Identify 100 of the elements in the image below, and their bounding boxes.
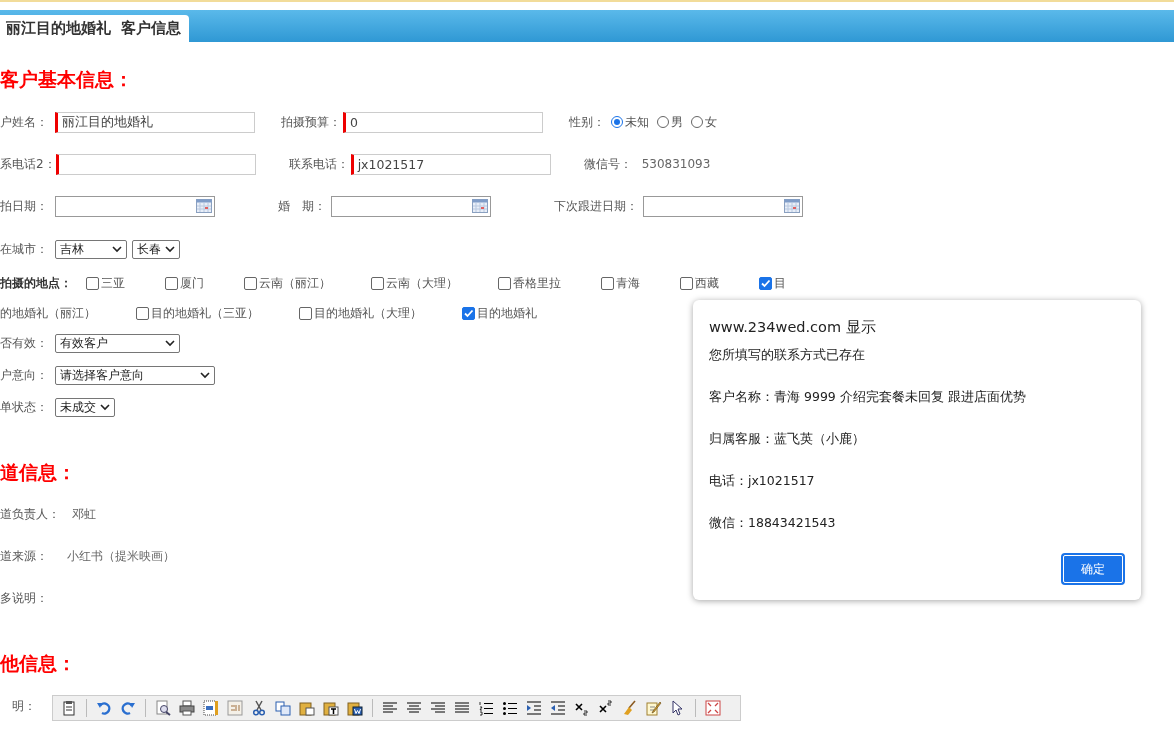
checkbox[interactable]	[498, 276, 511, 290]
caret-icon	[165, 245, 175, 253]
dialog-message: 您所填写的联系方式已存在	[709, 347, 865, 363]
checkbox-label: 厦门	[180, 274, 204, 292]
align-center-icon[interactable]	[406, 700, 422, 716]
broom-icon[interactable]	[622, 700, 638, 716]
justify-icon[interactable]	[454, 700, 470, 716]
caret-icon	[100, 403, 110, 411]
checkbox-label: 目	[774, 274, 786, 292]
text-field[interactable]: jx1021517	[350, 153, 551, 175]
checkbox-label: 云南（大理）	[386, 274, 458, 292]
undo-icon[interactable]	[96, 700, 112, 716]
check-icon	[760, 277, 771, 289]
date-field[interactable]	[643, 195, 803, 217]
radio-label: 男	[671, 113, 683, 131]
section-heading: 他信息：	[0, 651, 76, 675]
clipboard-icon[interactable]	[61, 700, 77, 716]
date-field[interactable]	[331, 195, 491, 217]
dialog-title: www.234wed.com 显示	[709, 318, 876, 337]
radio-label: 未知	[625, 113, 649, 131]
ok-button[interactable]: 确定	[1061, 553, 1125, 585]
checkbox[interactable]	[299, 306, 312, 320]
field-label: 拍摄的地点：	[0, 274, 72, 292]
checkbox-label: 的地婚礼（丽江）	[0, 304, 96, 322]
outdent-icon[interactable]	[550, 700, 566, 716]
page-tab[interactable]: 丽江目的地婚礼 客户信息	[0, 15, 190, 42]
section-heading: 道信息：	[0, 460, 76, 484]
dropdown[interactable]: 未成交	[55, 397, 115, 417]
field-label: 多说明：	[0, 589, 49, 607]
radio-button[interactable]	[657, 116, 669, 128]
copy-icon[interactable]	[275, 700, 291, 716]
field-label: 否有效：	[0, 334, 49, 352]
checkbox-label: 云南（丽江）	[259, 274, 331, 292]
field-value: 530831093	[641, 157, 711, 171]
calendar-icon	[196, 198, 212, 214]
indent-icon[interactable]	[526, 700, 542, 716]
field-label: 下次跟进日期：	[554, 197, 638, 215]
template-icon[interactable]	[203, 700, 219, 716]
field-value: 邓虹	[72, 505, 96, 523]
checkbox-label: 三亚	[101, 274, 125, 292]
field-label: 户姓名：	[0, 113, 49, 131]
caret-icon	[165, 339, 175, 347]
edit-icon[interactable]	[646, 700, 662, 716]
checkbox-label: 香格里拉	[513, 274, 561, 292]
preview-icon[interactable]	[155, 700, 171, 716]
field-label: 性别：	[569, 113, 605, 131]
fullscreen-icon[interactable]	[705, 700, 721, 716]
radio-button[interactable]	[691, 116, 703, 128]
checkbox[interactable]	[601, 276, 614, 290]
checkbox[interactable]	[680, 276, 693, 290]
date-field[interactable]	[55, 195, 215, 217]
checkbox-label: 青海	[616, 274, 640, 292]
dropdown[interactable]: 请选择客户意向	[55, 365, 215, 385]
paste-word-icon[interactable]	[347, 700, 363, 716]
caret-icon	[200, 371, 210, 379]
paste-icon[interactable]	[299, 700, 315, 716]
field-label: 明：	[11, 698, 37, 715]
checkbox-label: 目的地婚礼（三亚）	[151, 304, 259, 322]
field-label: 单状态：	[0, 398, 49, 416]
field-label: 联系电话：	[288, 155, 349, 173]
checkbox-label: 目的地婚礼（大理）	[314, 304, 422, 322]
field-label: 拍日期：	[0, 197, 49, 215]
field-label: 系电话2：	[0, 155, 56, 173]
field-label: 微信号：	[583, 155, 632, 173]
align-right-icon[interactable]	[430, 700, 446, 716]
checkbox[interactable]	[165, 276, 178, 290]
align-left-icon[interactable]	[382, 700, 398, 716]
checkbox[interactable]	[759, 276, 772, 290]
paste-text-icon[interactable]	[323, 700, 339, 716]
radio-button[interactable]	[611, 116, 623, 128]
dropdown[interactable]: 长春	[132, 239, 180, 259]
dialog-message: 微信：18843421543	[709, 515, 836, 531]
dropdown[interactable]: 吉林	[55, 239, 127, 259]
subscript-icon[interactable]	[574, 700, 590, 716]
field-label: 户意向：	[0, 366, 49, 384]
text-field[interactable]: 0	[343, 111, 543, 133]
section-heading: 客户基本信息：	[0, 67, 133, 91]
bullet-list-icon[interactable]	[502, 700, 518, 716]
numbered-list-icon[interactable]	[478, 700, 494, 716]
check-icon	[463, 307, 474, 319]
checkbox-label: 目的地婚礼	[477, 304, 537, 322]
dropdown[interactable]: 有效客户	[55, 333, 180, 353]
scissors-icon[interactable]	[251, 700, 267, 716]
checkbox[interactable]	[86, 276, 99, 290]
checkbox[interactable]	[136, 306, 149, 320]
caret-icon	[112, 245, 122, 253]
radio-label: 女	[705, 113, 717, 131]
checkbox[interactable]	[371, 276, 384, 290]
field-label: 在城市：	[0, 240, 49, 258]
calendar-icon	[784, 198, 800, 214]
field-label: 拍摄预算：	[281, 113, 341, 131]
field-value: 小红书（提米映画）	[67, 547, 175, 565]
dialog-message: 电话：jx1021517	[709, 473, 815, 489]
text-field[interactable]: 丽江目的地婚礼	[55, 111, 255, 133]
redo-icon[interactable]	[120, 700, 136, 716]
checkbox[interactable]	[244, 276, 257, 290]
field-label: 婚 期：	[278, 197, 326, 215]
checkbox[interactable]	[462, 306, 475, 320]
text-field[interactable]	[55, 153, 256, 175]
print-icon[interactable]	[179, 700, 195, 716]
